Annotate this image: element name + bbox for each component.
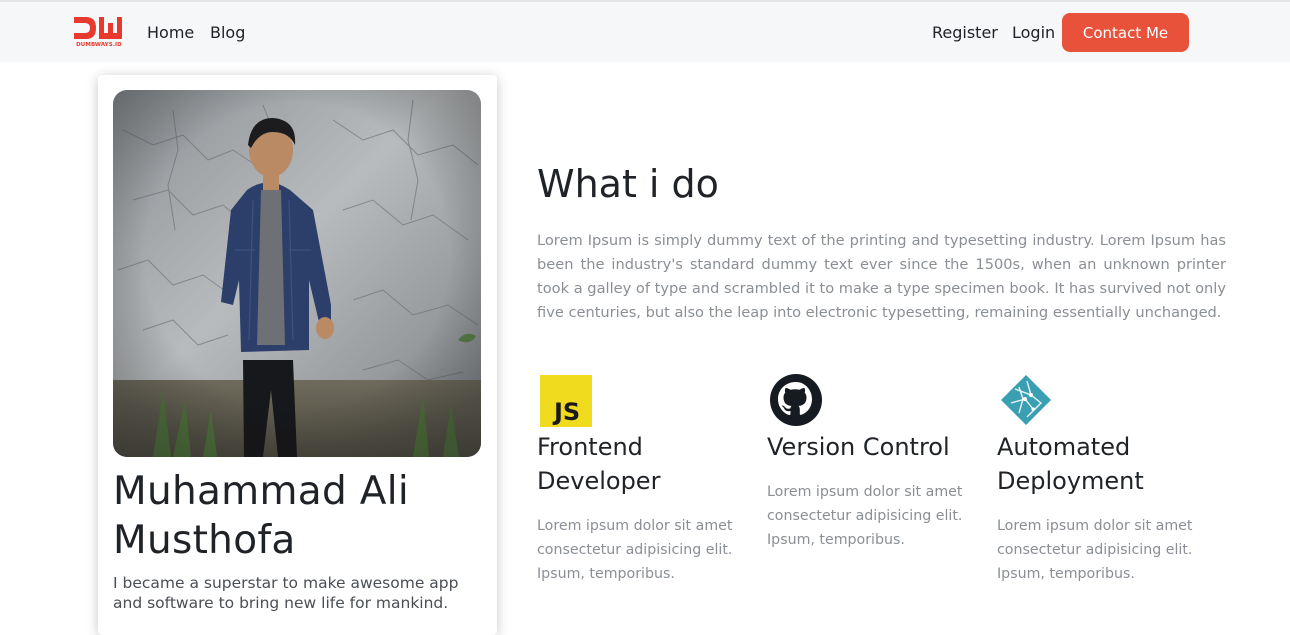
contact-me-button[interactable]: Contact Me [1062,13,1189,52]
dumbways-logo-mark [74,17,122,39]
service-title: Frontend Developer [537,430,762,498]
navbar: DUMBWAYS.ID Home Blog Register Login Con… [0,0,1290,62]
service-description: Lorem ipsum dolor sit amet consectetur a… [997,518,1193,582]
service-card-version-control: Version Control Lorem ipsum dolor sit am… [767,373,992,552]
service-title-text: Version Control [767,433,950,461]
svg-text:JS: JS [552,398,580,426]
netlify-icon [1001,375,1051,425]
profile-photo [113,90,481,457]
service-card-deployment: Automated Deployment Lorem ipsum dolor s… [997,373,1222,586]
dumbways-logo[interactable]: DUMBWAYS.ID [73,14,125,54]
nav-register-link[interactable]: Register [932,23,998,42]
page-title: What i do [537,162,719,206]
intro-paragraph: Lorem Ipsum is simply dummy text of the … [537,232,1226,321]
service-title: Version Control [767,430,992,464]
service-title: Automated Deployment [997,430,1222,498]
logo-caption: DUMBWAYS.ID [76,42,122,48]
service-description: Lorem ipsum dolor sit amet consectetur a… [767,484,963,548]
nav-login-link[interactable]: Login [1012,23,1055,42]
github-icon [770,374,822,426]
service-title-text: Automated Deployment [997,433,1144,495]
service-card-frontend: JS Frontend Developer Lorem ipsum dolor … [537,373,762,586]
profile-photo-image [113,90,481,457]
profile-card: Muhammad Ali Musthofa I became a superst… [98,75,497,635]
service-description: Lorem ipsum dolor sit amet consectetur a… [537,518,733,582]
service-title-text: Frontend Developer [537,433,661,495]
nav-blog-link[interactable]: Blog [210,23,245,42]
nav-home-link[interactable]: Home [147,23,194,42]
profile-name: Muhammad Ali Musthofa [113,469,409,563]
profile-bio: I became a superstar to make awesome app… [113,574,459,612]
javascript-icon: JS [540,375,592,427]
